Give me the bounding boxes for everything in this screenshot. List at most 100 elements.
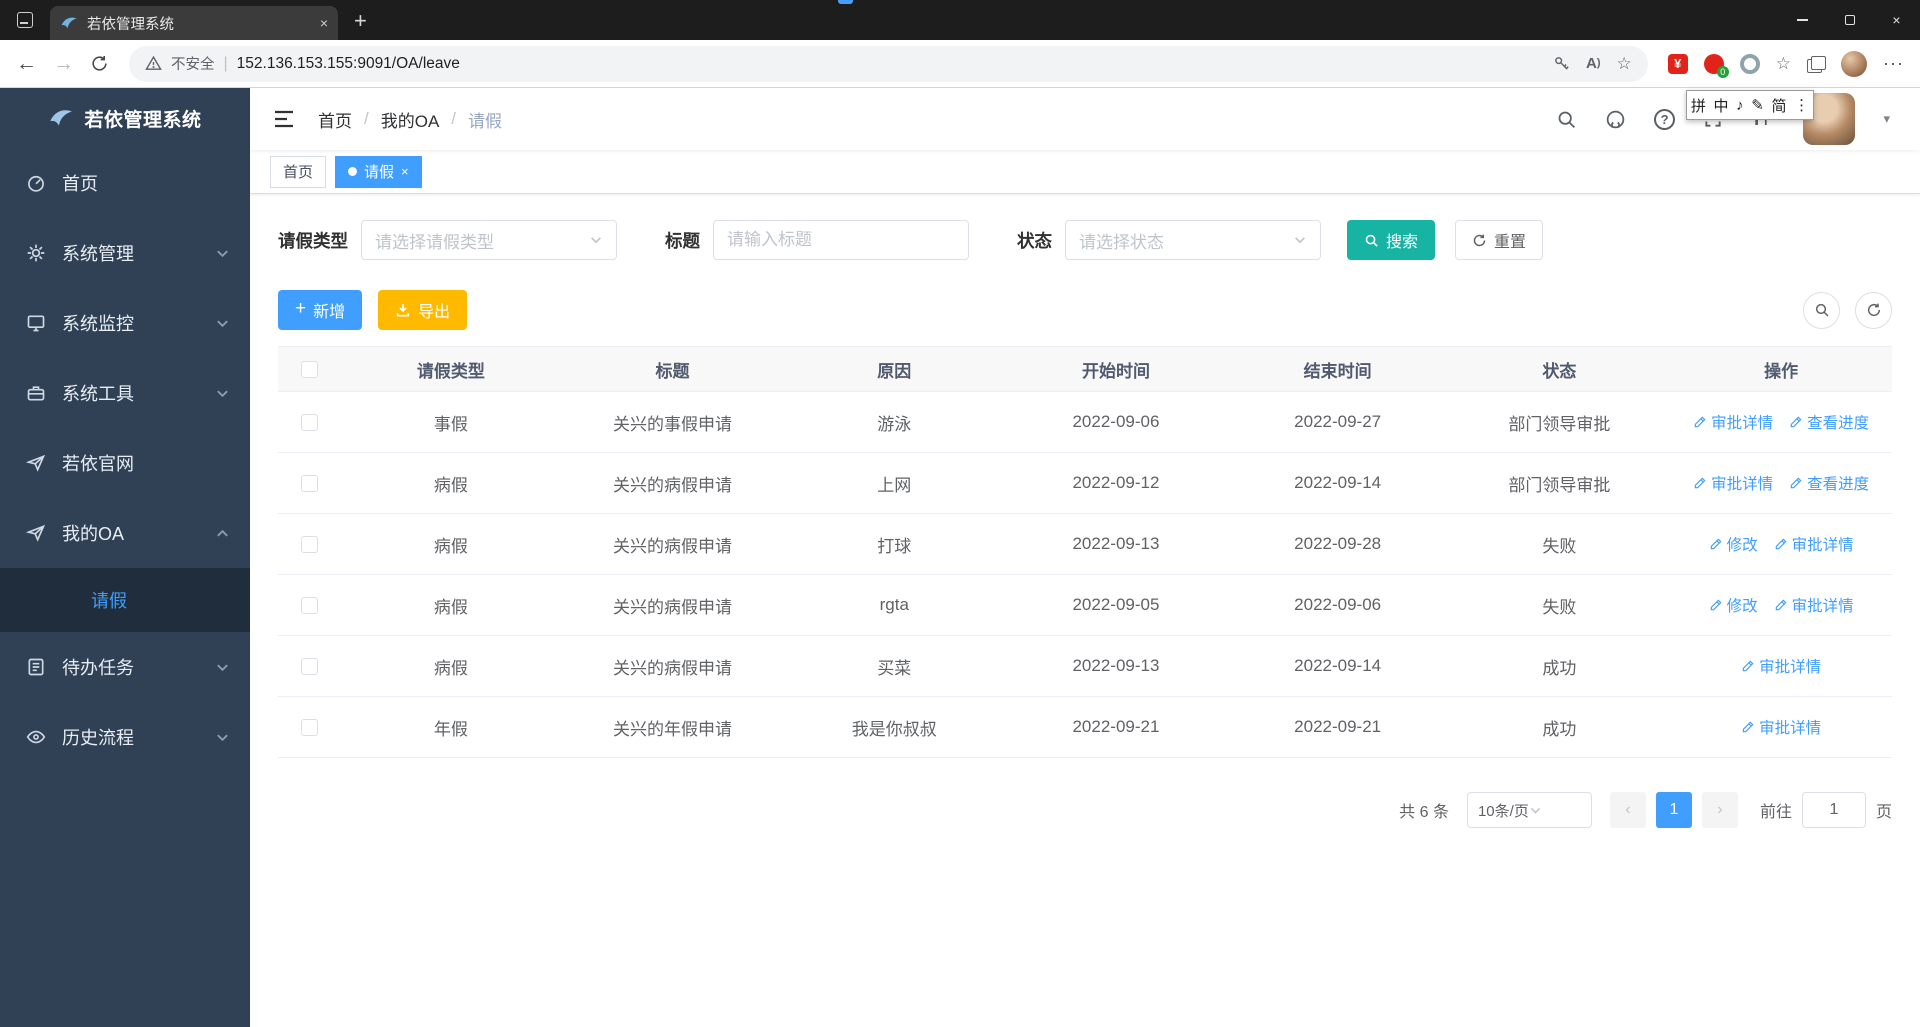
- docs-question-icon[interactable]: ?: [1654, 108, 1676, 130]
- sidebar: 若依管理系统 首页 系统管理 系统监控 系统工具 若依官网 我的OA 请假 待办…: [0, 88, 250, 1027]
- row-checkbox[interactable]: [300, 536, 318, 554]
- ime-glyph[interactable]: ✎: [1751, 96, 1764, 114]
- close-button[interactable]: ×: [1873, 0, 1920, 40]
- add-button[interactable]: + 新增: [278, 290, 363, 330]
- sidebar-item-leave[interactable]: 请假: [0, 568, 250, 632]
- next-page-button[interactable]: ›: [1701, 792, 1738, 828]
- extension-icon-shopping[interactable]: ¥: [1667, 53, 1688, 74]
- reload-button[interactable]: [90, 54, 109, 73]
- table-row: 病假 关兴的病假申请 打球 2022-09-13 2022-09-28 失败 修改 审批详情: [278, 513, 1892, 575]
- ruoyi-favicon-icon: [61, 17, 77, 29]
- search-form: 请假类型 请选择请假类型 标题 状态 请选择状态: [278, 220, 1892, 260]
- goto-page-input[interactable]: [1801, 792, 1866, 828]
- sidebar-item-my-oa[interactable]: 我的OA: [0, 498, 250, 568]
- action-link[interactable]: 审批详情: [1741, 716, 1821, 738]
- search-icon[interactable]: [1556, 109, 1577, 130]
- dashboard-icon: [25, 173, 47, 193]
- favorites-icon[interactable]: ☆: [1776, 54, 1791, 74]
- action-link[interactable]: 审批详情: [1774, 594, 1854, 616]
- extension-icon-blocker[interactable]: 0: [1703, 53, 1729, 78]
- sidebar-item-history-flow[interactable]: 历史流程: [0, 702, 250, 772]
- ime-glyph[interactable]: ♪: [1736, 97, 1744, 114]
- ime-toolbar[interactable]: 拼中 ♪ ✎ 简 ⋮: [1686, 90, 1814, 120]
- ime-glyph[interactable]: 简: [1771, 95, 1786, 116]
- status-select[interactable]: 请选择状态: [1065, 220, 1321, 260]
- sidebar-toggle-button[interactable]: [272, 107, 296, 131]
- row-checkbox[interactable]: [300, 658, 318, 676]
- action-link[interactable]: 查看进度: [1789, 472, 1869, 494]
- maximize-button[interactable]: [1826, 0, 1873, 40]
- chevron-down-icon: [215, 660, 230, 675]
- action-link[interactable]: 审批详情: [1741, 655, 1821, 677]
- action-link[interactable]: 修改: [1709, 594, 1758, 616]
- address-bar[interactable]: 不安全 | 152.136.153.155:9091/OA/leave A) ☆: [129, 45, 1648, 82]
- row-checkbox[interactable]: [300, 597, 318, 615]
- ime-glyph[interactable]: 中: [1713, 95, 1728, 116]
- avatar-caret-icon[interactable]: ▾: [1883, 111, 1890, 127]
- leave-type-select[interactable]: 请选择请假类型: [361, 220, 617, 260]
- sidebar-item-home[interactable]: 首页: [0, 148, 250, 218]
- tasks-icon: [25, 657, 47, 677]
- sidebar-item-label: 请假: [91, 591, 127, 611]
- ime-glyph[interactable]: ⋮: [1794, 96, 1809, 114]
- action-link[interactable]: 审批详情: [1693, 472, 1773, 494]
- maximize-icon: [1844, 15, 1855, 25]
- action-link[interactable]: 修改: [1709, 533, 1758, 555]
- sidebar-item-system-monitor[interactable]: 系统监控: [0, 288, 250, 358]
- row-checkbox[interactable]: [300, 414, 318, 432]
- extension-badge: 0: [1716, 65, 1729, 78]
- collections-icon[interactable]: [1807, 55, 1827, 73]
- add-favorite-icon[interactable]: ☆: [1617, 54, 1632, 74]
- cell-actions: 审批详情: [1670, 696, 1892, 758]
- back-button[interactable]: ←: [16, 52, 37, 76]
- new-tab-button[interactable]: +: [354, 8, 367, 34]
- browser-menu-icon[interactable]: ···: [1883, 53, 1904, 74]
- browser-tab[interactable]: 若依管理系统 ×: [50, 6, 338, 40]
- sidebar-item-todo-tasks[interactable]: 待办任务: [0, 632, 250, 702]
- password-key-icon[interactable]: [1553, 55, 1570, 72]
- minimize-button[interactable]: [1779, 0, 1826, 40]
- table-row: 病假 关兴的病假申请 rgta 2022-09-05 2022-09-06 失败 修改 审批详…: [278, 574, 1892, 636]
- breadcrumb-home[interactable]: 首页: [318, 107, 352, 132]
- url-text[interactable]: 152.136.153.155:9091/OA/leave: [237, 55, 1544, 73]
- extension-icon-round[interactable]: [1739, 53, 1760, 74]
- action-link[interactable]: 审批详情: [1774, 533, 1854, 555]
- export-button[interactable]: 导出: [378, 290, 468, 330]
- row-checkbox[interactable]: [300, 719, 318, 737]
- page-size-select[interactable]: 10条/页: [1466, 792, 1592, 828]
- prev-page-button[interactable]: ‹: [1609, 792, 1646, 828]
- action-link[interactable]: 审批详情: [1693, 411, 1773, 433]
- cell-end: 2022-09-14: [1226, 452, 1449, 514]
- cell-reason: 买菜: [783, 635, 1006, 697]
- sidebar-item-official-site[interactable]: 若依官网: [0, 428, 250, 498]
- main-area: 首页 / 我的OA / 请假 ? TT ▾: [250, 88, 1920, 1027]
- select-all-checkbox[interactable]: [300, 361, 318, 379]
- search-button[interactable]: 搜索: [1347, 220, 1436, 260]
- sidebar-item-label: 首页: [62, 174, 98, 194]
- edit-pencil-icon: [1790, 477, 1802, 488]
- read-aloud-icon[interactable]: A): [1586, 55, 1601, 72]
- reset-button[interactable]: 重置: [1455, 220, 1544, 260]
- sidebar-item-system-management[interactable]: 系统管理: [0, 218, 250, 288]
- window-controls: ×: [1779, 0, 1920, 40]
- breadcrumb-my-oa[interactable]: 我的OA: [381, 107, 440, 132]
- page-1-button[interactable]: 1: [1655, 792, 1692, 828]
- title-input[interactable]: [727, 230, 955, 250]
- action-link[interactable]: 查看进度: [1789, 411, 1869, 433]
- row-checkbox[interactable]: [300, 475, 318, 493]
- hide-search-button[interactable]: [1803, 291, 1840, 329]
- tag-home[interactable]: 首页: [270, 155, 327, 188]
- app-logo[interactable]: 若依管理系统: [0, 88, 250, 148]
- tag-close-icon[interactable]: ×: [401, 164, 409, 179]
- forward-button[interactable]: →: [53, 52, 74, 76]
- ime-glyph[interactable]: 拼: [1691, 95, 1706, 116]
- browser-profile-avatar[interactable]: [1841, 50, 1868, 77]
- github-icon[interactable]: [1605, 109, 1626, 130]
- security-label[interactable]: 不安全: [171, 53, 215, 74]
- refresh-table-button[interactable]: [1855, 291, 1892, 329]
- tag-leave[interactable]: 请假 ×: [335, 155, 422, 188]
- sidebar-item-system-tools[interactable]: 系统工具: [0, 358, 250, 428]
- row-select-cell: [278, 696, 340, 758]
- tab-close-icon[interactable]: ×: [320, 15, 328, 31]
- tab-actions-button[interactable]: [0, 0, 50, 40]
